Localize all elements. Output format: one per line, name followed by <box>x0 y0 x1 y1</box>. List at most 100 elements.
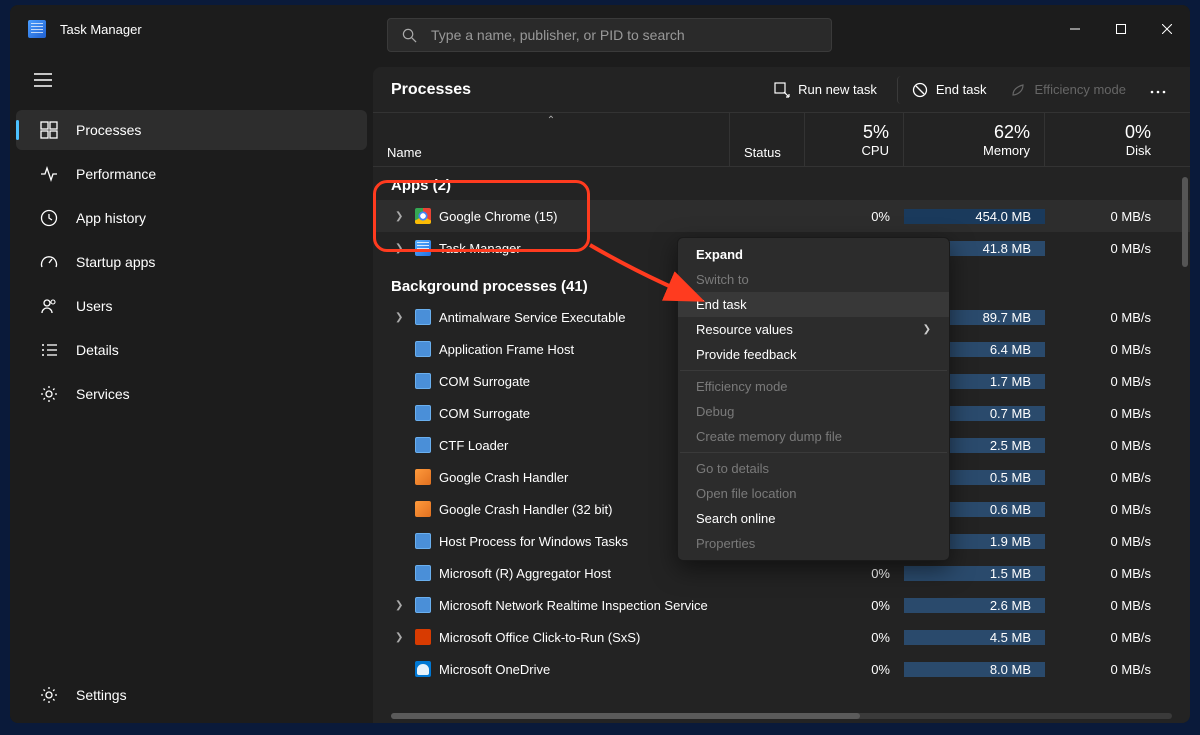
horizontal-scrollbar[interactable] <box>391 713 1172 719</box>
context-menu-item: Properties <box>678 531 949 556</box>
disk-value: 0 MB/s <box>1045 241 1165 256</box>
context-menu-item[interactable]: End task <box>678 292 949 317</box>
efficiency-mode-button[interactable]: Efficiency mode <box>1000 76 1136 104</box>
context-menu-item: Open file location <box>678 481 949 506</box>
column-header-status[interactable]: Status <box>730 113 805 166</box>
horizontal-scrollbar-thumb[interactable] <box>391 713 860 719</box>
process-name: Google Chrome (15) <box>439 209 558 224</box>
search-input[interactable] <box>431 27 817 43</box>
more-button[interactable] <box>1140 75 1176 105</box>
process-icon <box>415 629 431 645</box>
memory-value: 454.0 MB <box>904 209 1045 224</box>
sidebar-item-label: Services <box>76 386 130 402</box>
sidebar-item-processes[interactable]: Processes <box>16 110 367 150</box>
hamburger-button[interactable] <box>10 73 373 108</box>
disk-value: 0 MB/s <box>1045 406 1165 421</box>
table-row[interactable]: ❯ Microsoft Network Realtime Inspection S… <box>373 589 1190 621</box>
list-icon <box>40 341 58 359</box>
grid-icon <box>40 121 58 139</box>
search-box[interactable] <box>387 18 832 52</box>
disk-value: 0 MB/s <box>1045 566 1165 581</box>
group-header-apps[interactable]: Apps (2) <box>373 167 1190 200</box>
context-menu-separator <box>680 452 947 453</box>
sidebar-item-performance[interactable]: Performance <box>16 154 367 194</box>
memory-value: 1.5 MB <box>904 566 1045 581</box>
disk-value: 0 MB/s <box>1045 342 1165 357</box>
app-window: Task Manager Processes Performance <box>10 5 1190 723</box>
process-icon <box>415 208 431 224</box>
process-icon <box>415 373 431 389</box>
process-name: CTF Loader <box>439 438 508 453</box>
expand-chevron-icon[interactable]: ❯ <box>395 243 407 254</box>
process-name: Google Crash Handler (32 bit) <box>439 502 612 517</box>
run-new-task-button[interactable]: Run new task <box>764 76 887 104</box>
sidebar-item-settings[interactable]: Settings <box>16 675 367 715</box>
end-task-button[interactable]: End task <box>897 76 997 104</box>
sort-chevron-icon: ⌃ <box>547 115 555 126</box>
scrollbar-thumb[interactable] <box>1182 177 1188 267</box>
process-name: Microsoft Network Realtime Inspection Se… <box>439 598 708 613</box>
process-name: Task Manager <box>439 241 521 256</box>
disk-value: 0 MB/s <box>1045 438 1165 453</box>
context-menu-item[interactable]: Resource values❯ <box>678 317 949 342</box>
titlebar-left: Task Manager <box>28 20 142 38</box>
table-row[interactable]: ❯Google Chrome (15)0%454.0 MB0 MB/s <box>373 200 1190 232</box>
context-menu-item: Create memory dump file <box>678 424 949 449</box>
memory-value: 4.5 MB <box>904 630 1045 645</box>
sidebar-item-services[interactable]: Services <box>16 374 367 414</box>
close-button[interactable] <box>1144 5 1190 53</box>
expand-chevron-icon[interactable]: ❯ <box>395 600 407 611</box>
page-title: Processes <box>391 81 471 99</box>
cpu-value: 0% <box>805 209 904 224</box>
process-name: Antimalware Service Executable <box>439 310 625 325</box>
cpu-value: 0% <box>805 630 904 645</box>
column-header-cpu[interactable]: 5% CPU <box>805 113 904 166</box>
maximize-button[interactable] <box>1098 5 1144 53</box>
expand-chevron-icon[interactable]: ❯ <box>395 211 407 222</box>
search-icon <box>402 28 417 43</box>
table-row[interactable]: ❯Microsoft Office Click-to-Run (SxS)0%4.… <box>373 621 1190 653</box>
sidebar-item-startup-apps[interactable]: Startup apps <box>16 242 367 282</box>
context-menu-item[interactable]: Search online <box>678 506 949 531</box>
context-menu-item: Go to details <box>678 456 949 481</box>
context-menu-item: Efficiency mode <box>678 374 949 399</box>
sidebar-item-users[interactable]: Users <box>16 286 367 326</box>
process-icon <box>415 533 431 549</box>
disk-value: 0 MB/s <box>1045 470 1165 485</box>
column-header-disk[interactable]: 0% Disk <box>1045 113 1165 166</box>
sidebar-item-app-history[interactable]: App history <box>16 198 367 238</box>
table-row[interactable]: Microsoft OneDrive0%8.0 MB0 MB/s <box>373 653 1190 685</box>
disk-value: 0 MB/s <box>1045 662 1165 677</box>
context-menu-separator <box>680 370 947 371</box>
minimize-button[interactable] <box>1052 5 1098 53</box>
vertical-scrollbar[interactable] <box>1180 167 1190 723</box>
disk-value: 0 MB/s <box>1045 598 1165 613</box>
disk-value: 0 MB/s <box>1045 310 1165 325</box>
disk-value: 0 MB/s <box>1045 534 1165 549</box>
process-name: Microsoft (R) Aggregator Host <box>439 566 611 581</box>
pulse-icon <box>40 165 58 183</box>
memory-value: 8.0 MB <box>904 662 1045 677</box>
process-icon <box>415 405 431 421</box>
sidebar-item-details[interactable]: Details <box>16 330 367 370</box>
column-header-memory[interactable]: 62% Memory <box>904 113 1045 166</box>
body-area: Processes Performance App history Startu… <box>10 53 1190 723</box>
expand-chevron-icon[interactable]: ❯ <box>395 312 407 323</box>
settings-icon <box>40 686 58 704</box>
context-menu-item[interactable]: Provide feedback <box>678 342 949 367</box>
process-icon <box>415 565 431 581</box>
table-row[interactable]: Microsoft (R) Aggregator Host0%1.5 MB0 M… <box>373 557 1190 589</box>
ellipsis-icon <box>1150 90 1166 94</box>
process-icon <box>415 661 431 677</box>
users-icon <box>40 297 58 315</box>
run-icon <box>774 82 790 98</box>
sidebar-spacer <box>10 416 373 673</box>
process-name: Microsoft OneDrive <box>439 662 550 677</box>
process-name: Host Process for Windows Tasks <box>439 534 628 549</box>
process-icon <box>415 309 431 325</box>
context-menu-item[interactable]: Expand <box>678 242 949 267</box>
column-header-name[interactable]: ⌃ Name <box>373 113 730 166</box>
process-icon <box>415 469 431 485</box>
disk-value: 0 MB/s <box>1045 630 1165 645</box>
expand-chevron-icon[interactable]: ❯ <box>395 632 407 643</box>
